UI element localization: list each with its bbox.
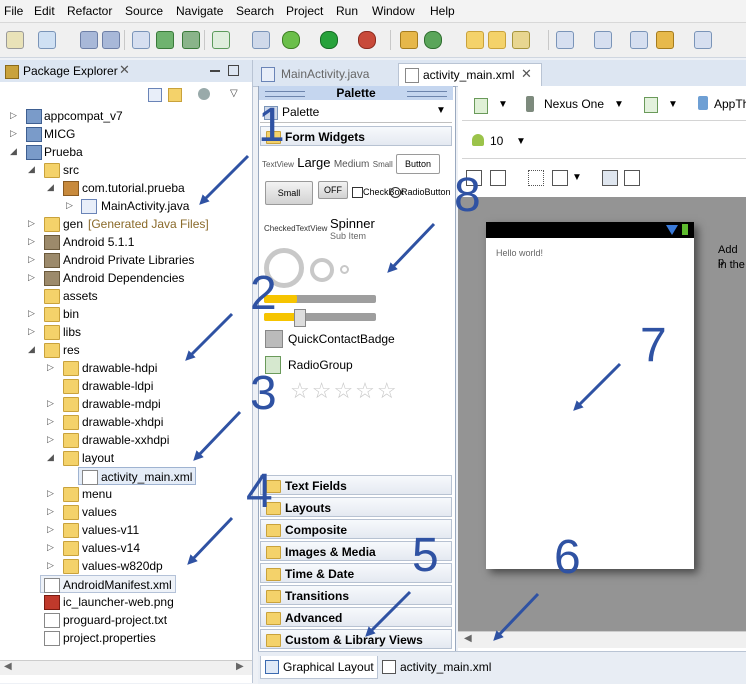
- arrow-3: [193, 410, 242, 461]
- arrow-4: [187, 516, 234, 565]
- arrow-6: [493, 592, 540, 641]
- arrow-7: [573, 362, 622, 411]
- arrow-5: [365, 590, 412, 637]
- arrow-1: [199, 154, 250, 205]
- annotation-arrows: [185, 154, 622, 641]
- arrow-2: [185, 312, 234, 361]
- arrow-8: [387, 222, 436, 273]
